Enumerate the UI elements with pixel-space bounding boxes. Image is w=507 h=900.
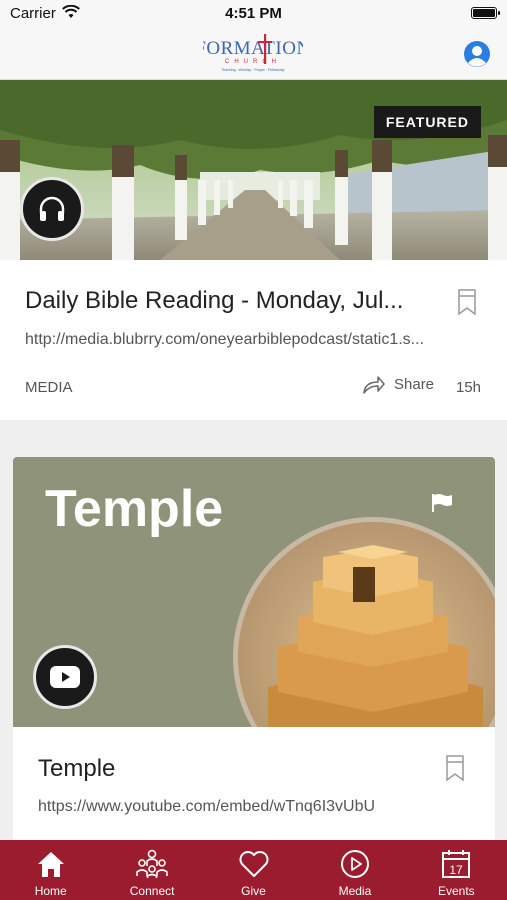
play-circle-icon xyxy=(340,850,369,878)
calendar-icon: 17 xyxy=(442,850,471,878)
tab-label: Home xyxy=(34,884,67,898)
featured-badge: FEATURED xyxy=(373,106,481,138)
post-age: 15h xyxy=(455,379,481,396)
featured-hero-image[interactable]: FEATURED xyxy=(0,80,507,260)
tab-events[interactable]: 17 Events xyxy=(406,840,507,900)
tab-label: Connect xyxy=(129,884,175,898)
tab-label: Media xyxy=(338,884,372,898)
headphones-icon xyxy=(39,196,65,221)
heart-icon xyxy=(239,851,268,877)
share-button[interactable]: Share xyxy=(362,374,434,394)
bookmark-icon[interactable] xyxy=(445,755,465,781)
post-title[interactable]: Daily Bible Reading - Monday, Jul... xyxy=(25,287,425,315)
svg-text:Teaching · Worship · Prayer ·: Teaching · Worship · Prayer · Fellowship xyxy=(222,68,285,72)
post-url[interactable]: https://www.youtube.com/embed/wTnq6I3vUb… xyxy=(38,798,468,816)
status-bar: Carrier 4:51 PM xyxy=(0,0,507,28)
tab-home[interactable]: Home xyxy=(0,840,101,900)
church-logo[interactable]: FORMATION CHURCH Teaching · Worship · Pr… xyxy=(195,32,310,76)
svg-text:CHURCH: CHURCH xyxy=(225,59,281,65)
thumbnail-title: Temple xyxy=(45,480,224,538)
video-post-card[interactable]: Temple Temple https://www.youtube.com/em… xyxy=(13,457,495,857)
tab-connect[interactable]: Connect xyxy=(101,840,202,900)
bottom-tab-bar: Home Connect Give Media 17 Events xyxy=(0,840,507,900)
svg-text:FORMATION: FORMATION xyxy=(203,38,303,59)
share-icon xyxy=(363,376,385,394)
audio-play-button[interactable] xyxy=(20,177,84,241)
video-thumbnail[interactable]: Temple xyxy=(13,457,495,727)
tab-give[interactable]: Give xyxy=(203,840,304,900)
app-header: FORMATION CHURCH Teaching · Worship · Pr… xyxy=(0,28,507,80)
featured-post-card[interactable]: FEATURED Daily Bible Reading - Monday, J… xyxy=(0,80,507,420)
tab-media[interactable]: Media xyxy=(304,840,405,900)
people-icon xyxy=(136,849,168,878)
profile-icon[interactable] xyxy=(463,40,491,68)
tab-label: Give xyxy=(241,884,266,898)
category-label: MEDIA xyxy=(25,379,73,396)
bookmark-icon[interactable] xyxy=(457,289,477,315)
post-title[interactable]: Temple xyxy=(38,755,115,783)
post-url[interactable]: http://media.blubrry.com/oneyearbiblepod… xyxy=(25,331,475,349)
svg-text:17: 17 xyxy=(450,863,464,877)
flag-icon xyxy=(432,494,452,512)
share-label: Share xyxy=(394,375,435,393)
tab-label: Events xyxy=(437,884,475,898)
home-icon xyxy=(37,852,64,877)
battery-icon xyxy=(471,7,500,19)
video-play-button[interactable] xyxy=(33,645,97,709)
youtube-icon xyxy=(50,666,80,688)
clock: 4:51 PM xyxy=(225,5,282,22)
